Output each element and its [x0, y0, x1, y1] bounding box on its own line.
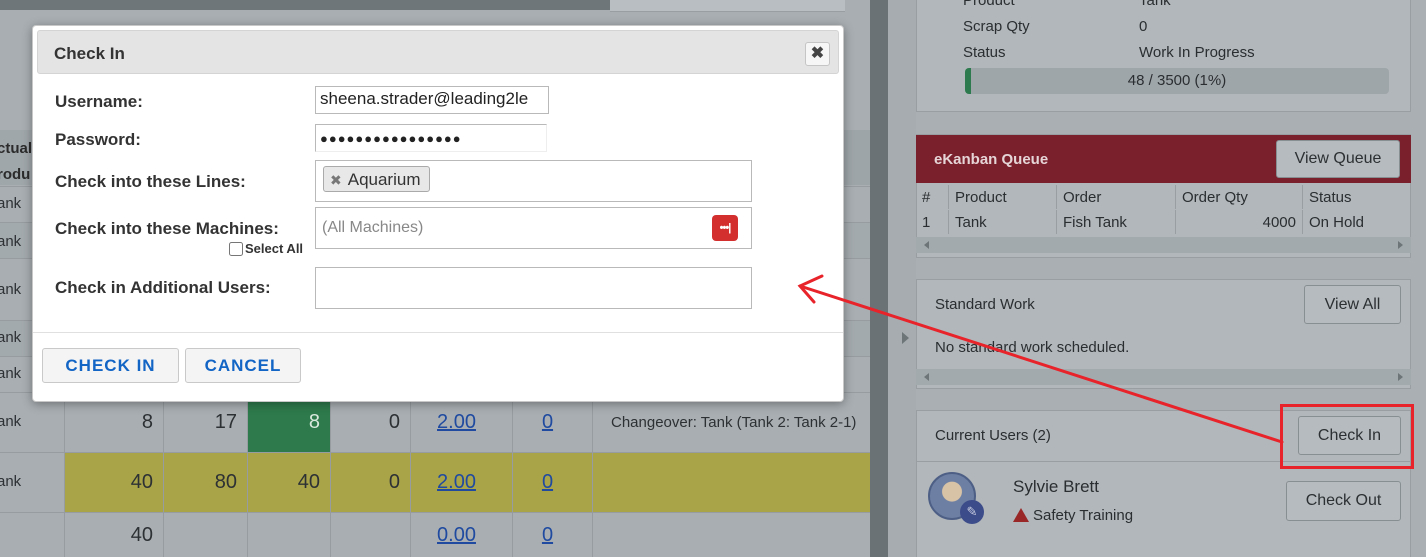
- top-bar: [0, 0, 610, 10]
- close-icon: ✖: [810, 45, 825, 62]
- dialog-titlebar[interactable]: Check In ✖: [37, 30, 839, 74]
- password-label: Password:: [55, 130, 141, 149]
- dialog-title: Check In: [54, 44, 125, 63]
- job-details-card: Product Tank Scrap Qty 0 Status Work In …: [916, 0, 1411, 112]
- view-queue-button[interactable]: View Queue: [1276, 140, 1400, 178]
- vertical-scrollbar[interactable]: [870, 0, 888, 557]
- link-value[interactable]: 0: [512, 453, 592, 512]
- top-bar-scroll: [610, 0, 845, 12]
- link-value[interactable]: 0.00: [410, 513, 512, 557]
- username-field[interactable]: sheena.strader@leading2le: [315, 86, 549, 114]
- ekanban-table-header: # Product Order Order Qty Status: [916, 185, 1411, 209]
- standard-work-empty: No standard work scheduled.: [935, 339, 1130, 356]
- scroll-right-icon[interactable]: [1398, 373, 1403, 381]
- current-users-title: Current Users (2): [935, 427, 1051, 444]
- select-all-checkbox[interactable]: Select All: [229, 241, 303, 256]
- additional-users-field[interactable]: [315, 267, 752, 309]
- scroll-right-icon[interactable]: [1398, 241, 1403, 249]
- warning-icon: [1013, 508, 1029, 522]
- user-name: Sylvie Brett: [1013, 477, 1099, 496]
- machines-multiselect[interactable]: (All Machines) •••|: [315, 207, 752, 249]
- table-row: 40 0.00 0: [0, 512, 870, 557]
- job-progress-bar: 48 / 3500 (1%): [965, 68, 1389, 94]
- close-button[interactable]: ✖: [805, 42, 830, 66]
- standard-work-title: Standard Work: [935, 296, 1035, 313]
- collapse-arrow-icon[interactable]: [902, 332, 909, 344]
- link-value[interactable]: 2.00: [410, 453, 512, 512]
- check-in-submit-button[interactable]: CHECK IN: [42, 348, 179, 383]
- check-in-dialog: Check In ✖ Username: sheena.strader@lead…: [32, 25, 844, 402]
- view-all-button[interactable]: View All: [1304, 285, 1401, 324]
- scroll-left-icon[interactable]: [924, 373, 929, 381]
- highlight-box: [1280, 404, 1414, 469]
- password-field[interactable]: ●●●●●●●●●●●●●●●●: [315, 124, 547, 152]
- machines-label: Check into these Machines:: [55, 219, 279, 238]
- lines-multiselect[interactable]: ✖ Aquarium: [315, 160, 752, 202]
- right-panel: Product Tank Scrap Qty 0 Status Work In …: [916, 0, 1426, 557]
- additional-users-label: Check in Additional Users:: [55, 278, 271, 297]
- username-label: Username:: [55, 92, 143, 111]
- panel-divider[interactable]: [888, 0, 916, 557]
- select-all-input[interactable]: [229, 241, 243, 256]
- dialog-separator: [33, 332, 843, 333]
- check-out-button[interactable]: Check Out: [1286, 481, 1401, 521]
- ekanban-horizontal-scrollbar[interactable]: [916, 237, 1411, 253]
- remove-tag-icon[interactable]: ✖: [330, 172, 342, 188]
- standard-work-horizontal-scrollbar[interactable]: [916, 369, 1411, 385]
- line-tag: ✖ Aquarium: [323, 166, 430, 192]
- ekanban-row[interactable]: 1 Tank Fish Tank 4000 On Hold: [916, 210, 1411, 234]
- wrench-icon: ✎: [960, 500, 984, 524]
- link-value[interactable]: 0: [512, 513, 592, 557]
- scroll-left-icon[interactable]: [924, 241, 929, 249]
- table-row: ank 40 80 40 0 2.00 0: [0, 452, 870, 512]
- password-manager-icon[interactable]: •••|: [712, 215, 738, 241]
- safety-training-badge[interactable]: Safety Training: [1013, 506, 1133, 524]
- lines-label: Check into these Lines:: [55, 172, 246, 191]
- cancel-button[interactable]: CANCEL: [185, 348, 301, 383]
